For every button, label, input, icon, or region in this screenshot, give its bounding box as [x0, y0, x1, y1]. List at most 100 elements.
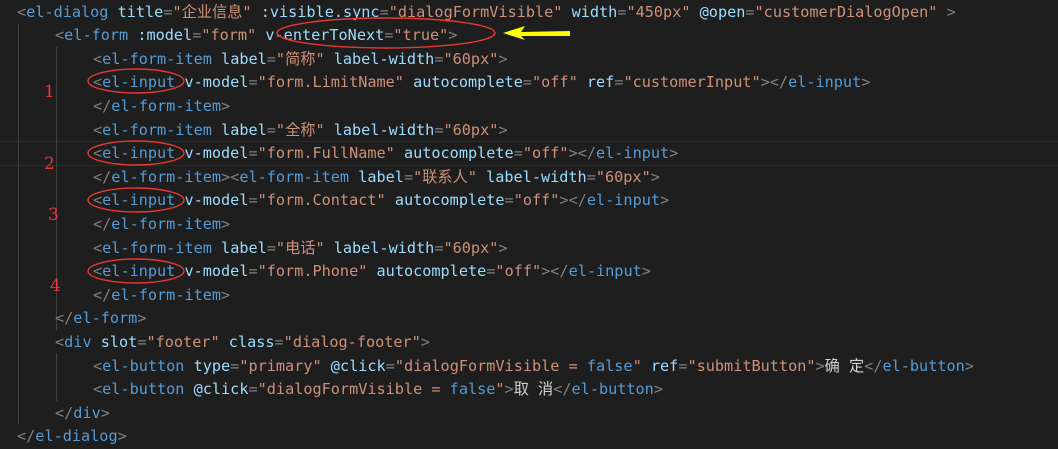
code-token: < [93, 120, 103, 139]
code-token: < [93, 262, 103, 281]
code-token: = [266, 49, 276, 68]
code-token: v-model [184, 73, 249, 92]
code-token: "customerInput" [623, 73, 761, 92]
code-token: el-button [882, 356, 965, 375]
code-token: el-form [64, 26, 129, 45]
annotation-number-3: 3 [48, 205, 59, 225]
code-editor[interactable]: <el-dialog title="企业信息" :visible.sync="d… [0, 0, 1058, 449]
code-token: = [230, 356, 240, 375]
code-token: "60px" [443, 49, 499, 68]
code-token: = [513, 144, 523, 163]
code-token: > [653, 380, 663, 399]
code-token: > [221, 214, 231, 233]
code-token: label-width [486, 167, 587, 186]
code-line-content: </el-dialog> [17, 425, 127, 449]
code-line-content: <el-button type="primary" @click="dialog… [93, 355, 974, 379]
code-token: ></ [559, 191, 587, 210]
code-token: > [504, 380, 514, 399]
code-token: @click [193, 380, 249, 399]
code-token: " [495, 380, 505, 399]
code-line-content: <el-form :model="form" v-enterToNext="tr… [55, 24, 457, 48]
code-token: el-form-item [111, 214, 222, 233]
code-token: </ [93, 96, 112, 115]
code-token: = [522, 73, 532, 92]
code-token: </ [864, 356, 883, 375]
code-token: "form.Contact" [257, 191, 386, 210]
code-token: "off" [495, 262, 542, 281]
code-token: v-model [184, 144, 249, 163]
code-line-content: </el-form-item> [93, 284, 230, 308]
code-line-content: <el-input v-model="form.Contact" autocom… [93, 189, 669, 213]
code-token: > [498, 120, 508, 139]
code-token: 取 消 [513, 380, 554, 399]
code-token: = [586, 167, 596, 186]
code-token: = [192, 26, 202, 45]
code-token: el-input [102, 191, 176, 210]
code-token: "customerDialogOpen" [754, 2, 938, 21]
code-token: > [448, 26, 458, 45]
code-token: width [571, 2, 618, 21]
code-token: :model [137, 26, 193, 45]
code-token: "submitButton" [687, 356, 816, 375]
code-line-content: </el-form-item> [93, 213, 230, 237]
code-token: el-input [102, 144, 176, 163]
code-token: = [745, 2, 755, 21]
code-token: > [815, 356, 825, 375]
code-token: > [861, 73, 871, 92]
code-token: < [55, 26, 65, 45]
code-token: "form.FullName" [257, 144, 395, 163]
code-line-content: <el-form-item label="全称" label-width="60… [93, 119, 508, 143]
code-token: autocomplete [394, 191, 505, 210]
code-token: el-input [568, 262, 642, 281]
code-token: label [221, 49, 267, 68]
code-token: v-model [184, 262, 249, 281]
code-token: div [64, 332, 92, 351]
code-token: "true" [393, 26, 449, 45]
code-token: < [55, 332, 65, 351]
code-token: > [660, 191, 670, 210]
code-token: = [248, 262, 258, 281]
code-token: div [73, 403, 101, 422]
code-token: el-form-item [111, 167, 222, 186]
code-token: > [100, 403, 110, 422]
code-line-content: </div> [55, 402, 110, 426]
code-line-content: <el-form-item label="电话" label-width="60… [93, 237, 508, 261]
code-token: class [228, 332, 275, 351]
code-token: @click [330, 356, 386, 375]
code-token: ref [650, 356, 679, 375]
code-token: = [434, 238, 444, 257]
code-token: "450px" [626, 2, 691, 21]
code-token: autocomplete [403, 144, 514, 163]
code-token: </ [93, 214, 112, 233]
code-token: > [420, 332, 430, 351]
code-token: el-form-item [111, 96, 222, 115]
code-token: >< [221, 167, 240, 186]
code-token: "简称" [275, 49, 325, 68]
code-token: label-width [333, 238, 435, 257]
code-token: > [669, 144, 679, 163]
code-token: = [403, 167, 414, 186]
annotation-number-4: 4 [50, 276, 61, 296]
code-token: slot [100, 332, 138, 351]
code-token: "footer" [146, 332, 220, 351]
code-line-content: </el-form-item><el-form-item label="联系人"… [93, 166, 660, 190]
code-token: false [449, 380, 496, 399]
code-token: = [248, 144, 258, 163]
code-token: </ [55, 403, 74, 422]
code-line-content: <div slot="footer" class="dialog-footer"… [55, 331, 430, 355]
code-token: "企业信息" [172, 2, 252, 21]
code-token: < [93, 380, 103, 399]
annotation-number-2: 2 [44, 154, 55, 174]
code-token: label-width [333, 120, 435, 139]
code-token: > [946, 2, 956, 21]
code-token: :visible.sync [260, 2, 380, 21]
